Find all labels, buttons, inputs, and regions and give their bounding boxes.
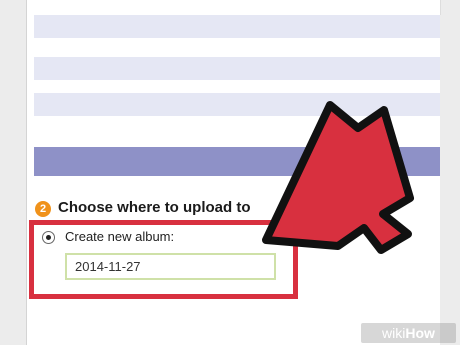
album-list-header-bar — [34, 147, 440, 176]
watermark-wiki: wiki — [382, 325, 406, 341]
window-frame-left — [0, 0, 26, 345]
step-number-badge: 2 — [35, 201, 51, 217]
radio-selected-icon — [46, 235, 51, 240]
album-list-row[interactable] — [34, 0, 441, 15]
album-list-row[interactable] — [34, 57, 440, 80]
album-name-input[interactable] — [65, 253, 276, 280]
window-frame-right — [440, 0, 460, 345]
album-list-row[interactable] — [34, 116, 440, 147]
watermark-how: How — [405, 325, 435, 341]
create-new-album-label[interactable]: Create new album: — [65, 229, 174, 244]
wikihow-watermark: wikiHow — [361, 323, 456, 343]
section-title: Choose where to upload to — [58, 199, 251, 216]
album-list-row[interactable] — [34, 93, 440, 116]
album-list-row[interactable] — [34, 38, 440, 57]
album-list-row[interactable] — [34, 15, 440, 38]
album-list-row[interactable] — [34, 80, 440, 93]
create-new-album-radio[interactable] — [42, 231, 55, 244]
